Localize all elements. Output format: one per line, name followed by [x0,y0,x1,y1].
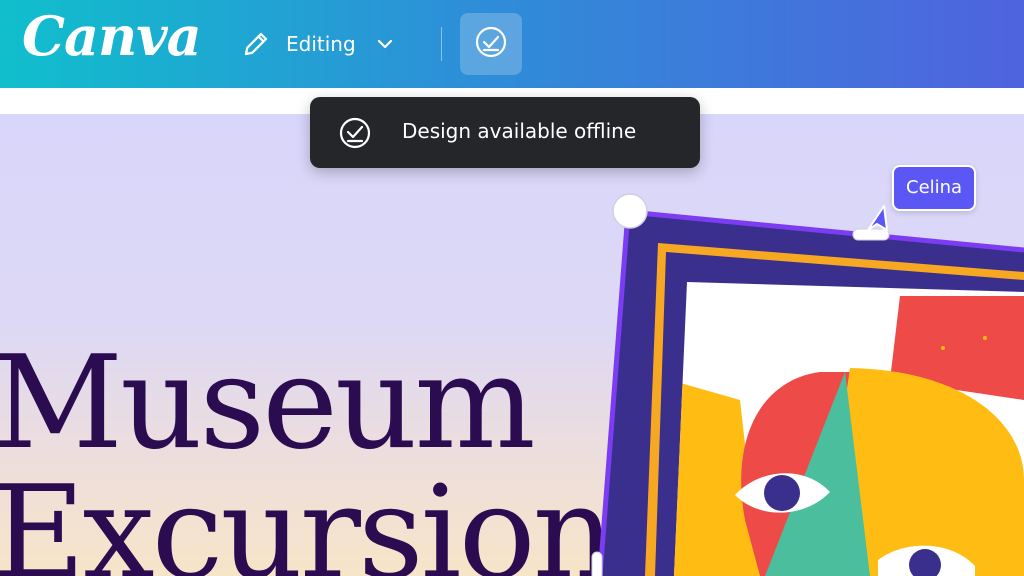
artwork-frame-image[interactable] [0,0,1024,576]
selection-edge-handle-left [591,551,603,576]
selection-corner-handle [612,193,648,229]
offline-toast: Design available offline [310,97,700,168]
toast-message: Design available offline [402,119,637,143]
artwork-face [674,282,1024,576]
collaborator-name-tag: Celina [892,165,977,211]
cursor-icon [867,205,888,231]
check-circle-icon [339,117,371,149]
